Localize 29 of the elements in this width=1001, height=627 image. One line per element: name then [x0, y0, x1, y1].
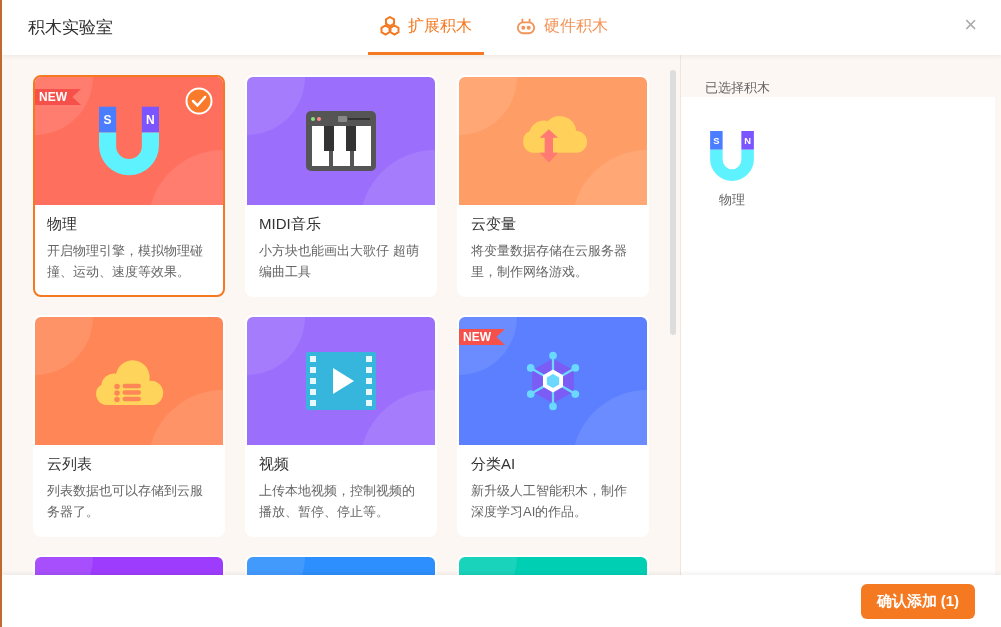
card-title: 云变量: [471, 215, 517, 234]
piano-icon: [306, 111, 376, 171]
card-description: 列表数据也可以存储到云服务器了。: [47, 482, 204, 521]
card-description: 小方块也能画出大歌仔 超萌编曲工具: [259, 242, 420, 281]
card-title: 分类AI: [471, 455, 517, 474]
panel-heading: 已选择积木: [704, 79, 771, 97]
card-title: 视频: [259, 455, 290, 474]
new-badge: NEW: [459, 329, 505, 345]
extension-card[interactable]: S N NEW 物理 开启物理引擎，模拟物理碰撞、运动、速度等效果。: [33, 75, 225, 297]
hexagons-icon: [380, 16, 400, 36]
extension-card[interactable]: NEW 分类AI 新升级人工智能积木，制作深度学习AI的作品。: [457, 315, 649, 537]
window-title: 积木实验室: [28, 17, 114, 39]
selected-block-label: 物理: [719, 191, 745, 209]
card-description: 将变量数据存储在云服务器里，制作网络游戏。: [471, 242, 628, 281]
card-description: 新升级人工智能积木，制作深度学习AI的作品。: [471, 482, 628, 521]
film-play-icon: [306, 351, 376, 411]
extension-card[interactable]: 云变量 将变量数据存储在云服务器里，制作网络游戏。: [457, 75, 649, 297]
card-description: 开启物理引擎，模拟物理碰撞、运动、速度等效果。: [47, 242, 204, 281]
extension-card[interactable]: 云列表 列表数据也可以存储到云服务器了。: [33, 315, 225, 537]
card-title: 云列表: [47, 455, 93, 474]
extension-card[interactable]: 视频 上传本地视频，控制视频的播放、暂停、停止等。: [245, 315, 437, 537]
robot-icon: [516, 16, 536, 36]
new-badge: NEW: [35, 89, 81, 105]
card-title: 物理: [47, 215, 78, 234]
card-title: MIDI音乐: [259, 215, 322, 234]
scrollbar[interactable]: [670, 70, 676, 335]
extension-card[interactable]: MIDI音乐 小方块也能画出大歌仔 超萌编曲工具: [245, 75, 437, 297]
card-description: 上传本地视频，控制视频的播放、暂停、停止等。: [259, 482, 416, 521]
checkmark-icon: [185, 87, 213, 115]
